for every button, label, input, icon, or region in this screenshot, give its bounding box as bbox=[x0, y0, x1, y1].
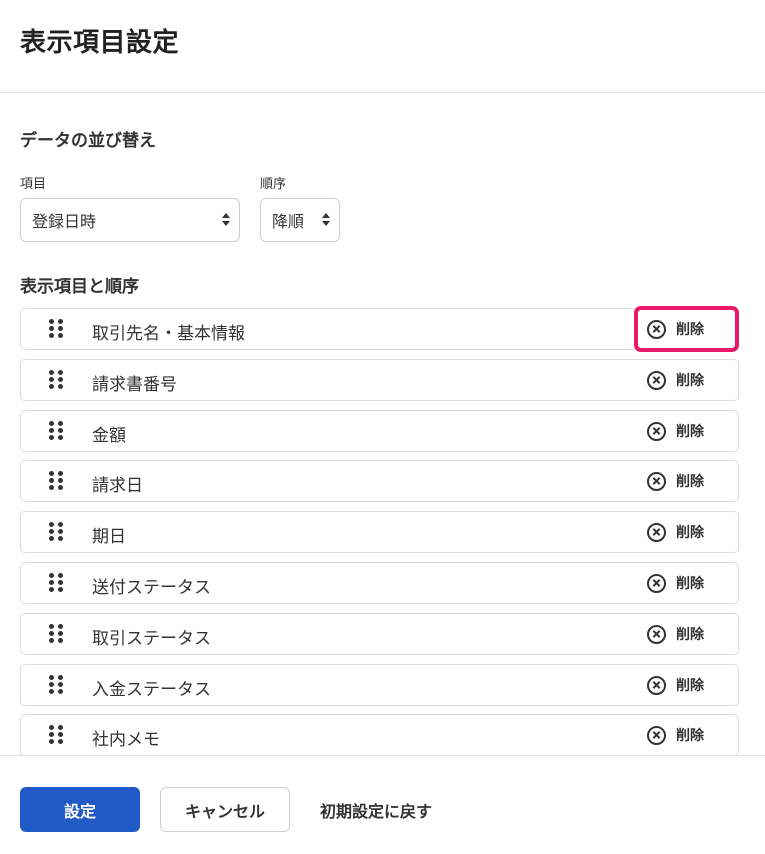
cancel-button[interactable]: キャンセル bbox=[160, 787, 290, 832]
column-row[interactable]: 入金ステータス 削除 bbox=[20, 664, 739, 706]
delete-label: 削除 bbox=[676, 474, 704, 490]
select-arrows-icon bbox=[322, 213, 330, 226]
delete-highlight-box bbox=[634, 306, 739, 352]
column-row[interactable]: 金額 削除 bbox=[20, 410, 739, 452]
page-title: 表示項目設定 bbox=[20, 28, 180, 58]
sort-section-title: データの並び替え bbox=[20, 131, 156, 151]
column-row[interactable]: 期日 削除 bbox=[20, 511, 739, 553]
column-row-label: 金額 bbox=[92, 426, 126, 446]
delete-label: 削除 bbox=[676, 678, 704, 694]
sort-order-value: 降順 bbox=[272, 212, 305, 231]
column-row[interactable]: 取引ステータス 削除 bbox=[20, 613, 739, 655]
delete-button[interactable]: 削除 bbox=[637, 360, 737, 400]
column-row-label: 社内メモ bbox=[92, 730, 160, 750]
delete-label: 削除 bbox=[676, 525, 704, 541]
drag-handle-icon[interactable] bbox=[49, 675, 63, 695]
drag-handle-icon[interactable] bbox=[49, 471, 63, 491]
circle-x-icon bbox=[647, 471, 666, 491]
delete-button[interactable]: 削除 bbox=[637, 411, 737, 451]
page-header: 表示項目設定 bbox=[0, 0, 765, 93]
sort-order-select[interactable]: 降順 bbox=[260, 198, 340, 242]
drag-handle-icon[interactable] bbox=[49, 624, 63, 644]
delete-button[interactable]: 削除 bbox=[637, 715, 737, 755]
circle-x-icon bbox=[647, 675, 666, 695]
column-row-label: 請求書番号 bbox=[92, 375, 177, 395]
sort-item-select[interactable]: 登録日時 bbox=[20, 198, 240, 242]
column-row[interactable]: 社内メモ 削除 bbox=[20, 714, 739, 756]
column-row[interactable]: 請求書番号 削除 bbox=[20, 359, 739, 401]
reset-defaults-button[interactable]: 初期設定に戻す bbox=[320, 787, 432, 832]
delete-label: 削除 bbox=[676, 728, 704, 744]
column-row-label: 請求日 bbox=[92, 476, 143, 496]
circle-x-icon bbox=[647, 624, 666, 644]
delete-label: 削除 bbox=[676, 627, 704, 643]
delete-label: 削除 bbox=[676, 576, 704, 592]
drag-handle-icon[interactable] bbox=[49, 573, 63, 593]
circle-x-icon bbox=[647, 370, 666, 390]
column-row[interactable]: 請求日 削除 bbox=[20, 460, 739, 502]
drag-handle-icon[interactable] bbox=[49, 370, 63, 390]
delete-button[interactable]: 削除 bbox=[637, 461, 737, 501]
footer: 設定 キャンセル 初期設定に戻す bbox=[0, 755, 765, 854]
column-row-label: 取引先名・基本情報 bbox=[92, 324, 245, 344]
delete-button[interactable]: 削除 bbox=[637, 563, 737, 603]
column-row-label: 送付ステータス bbox=[92, 578, 211, 598]
select-arrows-icon bbox=[222, 213, 230, 226]
delete-label: 削除 bbox=[676, 373, 704, 389]
column-row[interactable]: 取引先名・基本情報 削除 bbox=[20, 308, 739, 350]
circle-x-icon bbox=[647, 725, 666, 745]
drag-handle-icon[interactable] bbox=[49, 522, 63, 542]
sort-item-label: 項目 bbox=[20, 177, 47, 192]
delete-button[interactable]: 削除 bbox=[637, 512, 737, 552]
delete-button[interactable]: 削除 bbox=[637, 614, 737, 654]
circle-x-icon bbox=[647, 573, 666, 593]
sort-item-value: 登録日時 bbox=[32, 212, 97, 231]
drag-handle-icon[interactable] bbox=[49, 319, 63, 339]
drag-handle-icon[interactable] bbox=[49, 725, 63, 745]
column-row-label: 入金ステータス bbox=[92, 680, 211, 700]
circle-x-icon bbox=[647, 522, 666, 542]
column-row-label: 取引ステータス bbox=[92, 629, 211, 649]
sort-order-label: 順序 bbox=[260, 177, 287, 192]
drag-handle-icon[interactable] bbox=[49, 421, 63, 441]
delete-button[interactable]: 削除 bbox=[637, 665, 737, 705]
display-settings-page: 表示項目設定 データの並び替え 項目 登録日時 順序 降順 表示項目と順序 取引… bbox=[0, 0, 765, 854]
column-row[interactable]: 送付ステータス 削除 bbox=[20, 562, 739, 604]
column-row-label: 期日 bbox=[92, 527, 126, 547]
circle-x-icon bbox=[647, 421, 666, 441]
delete-label: 削除 bbox=[676, 424, 704, 440]
submit-button[interactable]: 設定 bbox=[20, 787, 140, 832]
columns-section-title: 表示項目と順序 bbox=[20, 277, 139, 297]
